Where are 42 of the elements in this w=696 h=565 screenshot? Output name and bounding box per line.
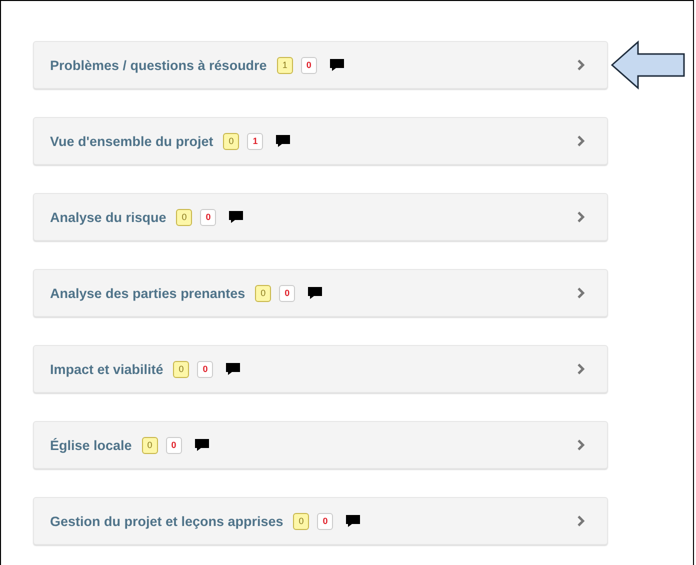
count-badge: 0: [200, 208, 216, 226]
section-row[interactable]: Gestion du projet et leçons apprises 0 0: [33, 497, 608, 545]
section-row[interactable]: Église locale 0 0: [33, 421, 608, 469]
comment-icon[interactable]: [275, 134, 292, 148]
chevron-right-icon: [577, 363, 585, 375]
section-title: Église locale: [50, 438, 132, 452]
comment-icon[interactable]: [194, 438, 210, 452]
chevron-right-icon: [577, 135, 585, 147]
count-badge: 0: [176, 208, 192, 226]
section-row[interactable]: Impact et viabilité 0 0: [33, 345, 608, 393]
chevron-right-icon: [577, 211, 585, 223]
count-badge: 0: [223, 132, 240, 150]
chevron-right-icon: [577, 59, 585, 71]
count-badge: 0: [173, 360, 190, 378]
comment-icon[interactable]: [345, 514, 362, 528]
count-badge: 0: [142, 436, 158, 454]
section-title: Impact et viabilité: [50, 362, 164, 376]
count-badge: 1: [276, 56, 293, 74]
section-title: Problèmes / questions à résoudre: [50, 58, 267, 72]
comment-icon[interactable]: [225, 362, 242, 376]
comment-icon[interactable]: [328, 58, 345, 72]
count-badge: 1: [247, 132, 264, 150]
count-badge: 0: [279, 284, 296, 302]
section-row[interactable]: Vue d'ensemble du projet 0 1: [33, 117, 608, 165]
section-row[interactable]: Analyse du risque 0 0: [33, 193, 608, 241]
chevron-right-icon: [577, 439, 585, 451]
count-badge: 0: [317, 512, 334, 530]
section-title: Analyse du risque: [50, 210, 166, 224]
section-row[interactable]: Problèmes / questions à résoudre 1 0: [33, 41, 608, 89]
count-badge: 0: [166, 436, 182, 454]
chevron-right-icon: [577, 515, 585, 527]
comment-icon[interactable]: [307, 286, 324, 300]
section-title: Vue d'ensemble du projet: [50, 134, 214, 148]
count-badge: 0: [300, 56, 317, 74]
section-title: Gestion du projet et leçons apprises: [50, 514, 284, 528]
count-badge: 0: [197, 360, 214, 378]
section-title: Analyse des parties prenantes: [50, 286, 246, 300]
comment-icon[interactable]: [228, 210, 244, 224]
count-badge: 0: [293, 512, 310, 530]
section-row[interactable]: Analyse des parties prenantes 0 0: [33, 269, 608, 317]
chevron-right-icon: [577, 287, 585, 299]
count-badge: 0: [255, 284, 272, 302]
